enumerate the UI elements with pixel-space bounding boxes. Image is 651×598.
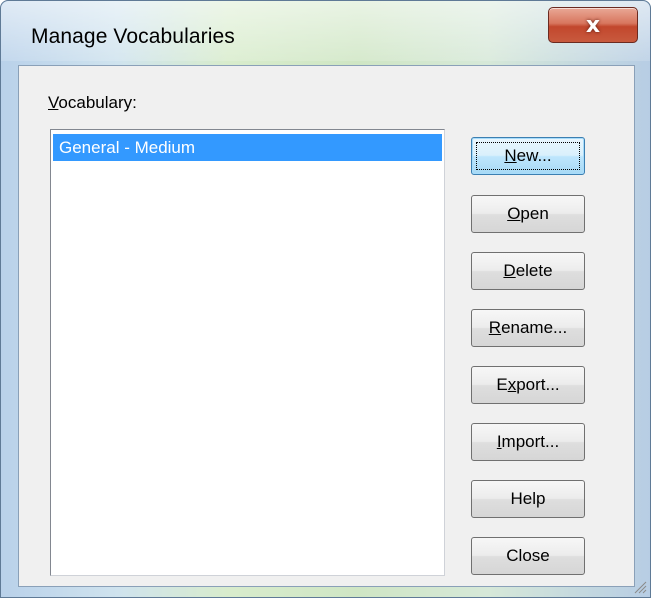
- window-title: Manage Vocabularies: [31, 25, 235, 48]
- import-button-label: mport...: [501, 432, 560, 451]
- export-button-prefix: E: [496, 375, 508, 394]
- list-item[interactable]: General - Medium: [53, 134, 442, 161]
- delete-button-label: elete: [515, 261, 553, 280]
- vocabulary-label: Vocabulary:: [48, 93, 137, 113]
- import-button[interactable]: Import...: [471, 423, 585, 461]
- help-button[interactable]: Help: [471, 480, 585, 518]
- help-button-label: Help: [510, 489, 546, 508]
- new-button[interactable]: New...: [471, 137, 585, 175]
- new-button-mnemonic: N: [504, 146, 517, 165]
- new-button-label: ew...: [516, 146, 552, 165]
- delete-button-mnemonic: D: [503, 261, 516, 280]
- close-icon: x: [585, 12, 601, 38]
- export-button-mnemonic: x: [507, 375, 517, 394]
- resize-grip-icon[interactable]: [633, 580, 647, 594]
- open-button-label: pen: [520, 204, 549, 223]
- rename-button[interactable]: Rename...: [471, 309, 585, 347]
- vocabulary-list[interactable]: General - Medium: [50, 129, 445, 576]
- rename-button-mnemonic: R: [488, 318, 502, 337]
- export-button[interactable]: Ex port...: [471, 366, 585, 404]
- close-button[interactable]: Close: [471, 537, 585, 575]
- dialog-client-area: Vocabulary: General - Medium New... Open…: [18, 65, 635, 587]
- close-button-label: Close: [506, 546, 550, 565]
- open-button[interactable]: Open: [471, 195, 585, 233]
- open-button-mnemonic: O: [507, 204, 521, 223]
- dialog-window: Manage Vocabularies x Vocabulary: Genera…: [0, 0, 651, 598]
- export-button-label: port...: [516, 375, 560, 394]
- rename-button-label: ename...: [501, 318, 568, 337]
- window-close-button[interactable]: x: [548, 7, 638, 43]
- vocabulary-label-text: ocabulary:: [58, 93, 137, 112]
- vocabulary-label-mnemonic: V: [48, 93, 59, 112]
- delete-button[interactable]: Delete: [471, 252, 585, 290]
